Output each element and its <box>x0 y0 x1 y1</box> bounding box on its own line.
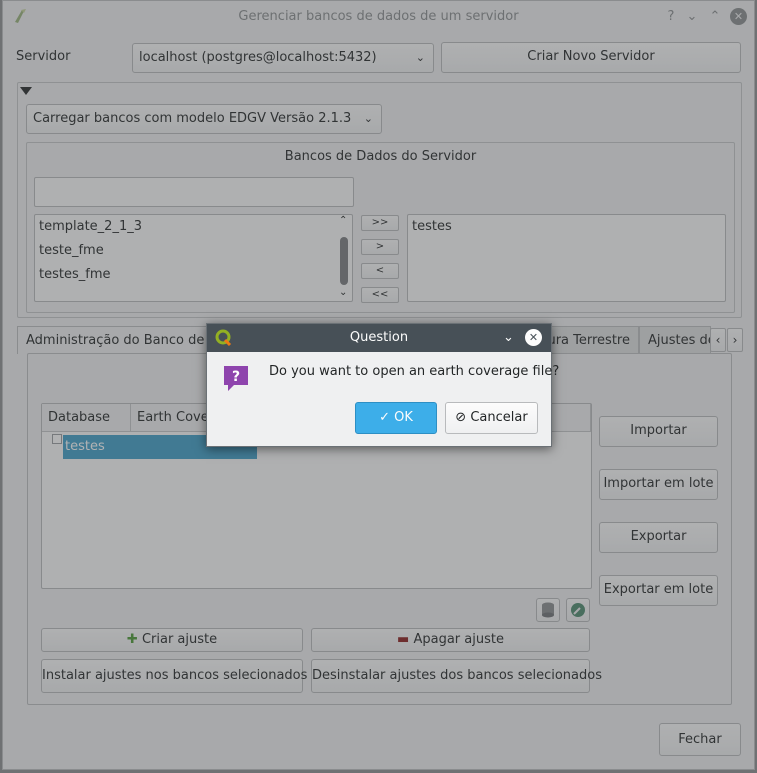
question-dialog: Question ⌄ ✕ ? Do you want to open an ea… <box>206 323 559 447</box>
checkmark-icon: ✓ <box>379 410 390 425</box>
ok-label: OK <box>394 410 413 425</box>
dialog-message: Do you want to open an earth coverage fi… <box>269 364 560 379</box>
svg-text:?: ? <box>232 369 240 385</box>
dialog-close-icon[interactable]: ✕ <box>525 329 542 346</box>
dialog-title-bar: Question ⌄ ✕ <box>207 324 551 352</box>
cancel-button[interactable]: ⊘ Cancelar <box>445 402 538 434</box>
ok-button[interactable]: ✓ OK <box>355 402 437 434</box>
dialog-title: Question <box>349 330 409 345</box>
cancel-label: Cancelar <box>470 410 528 425</box>
dialog-minimize-icon[interactable]: ⌄ <box>503 324 514 352</box>
cancel-icon: ⊘ <box>455 410 467 425</box>
question-icon: ? <box>224 366 248 391</box>
qgis-dialog-icon <box>215 329 232 347</box>
